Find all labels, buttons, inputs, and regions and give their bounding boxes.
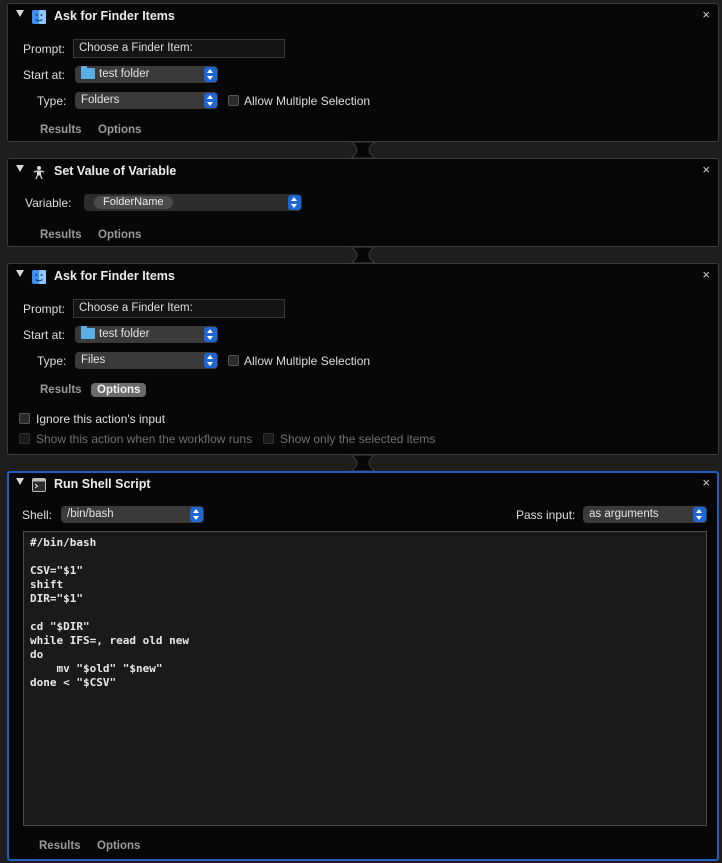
action-title: Ask for Finder Items	[54, 269, 175, 283]
action-run-shell-script[interactable]: Run Shell Script × Shell: /bin/bash Pass…	[7, 471, 719, 861]
action-connector-icon	[351, 455, 375, 471]
show-selected-label: Show only the selected items	[280, 432, 436, 446]
prompt-field[interactable]: Choose a Finder Item:	[73, 39, 285, 58]
terminal-icon	[32, 478, 46, 492]
start-at-value: test folder	[99, 328, 150, 340]
ignore-input-checkbox[interactable]	[19, 413, 30, 424]
type-label: Type:	[37, 94, 67, 108]
options-tab[interactable]: Options	[98, 124, 141, 136]
options-tab[interactable]: Options	[91, 383, 147, 397]
results-tab[interactable]: Results	[39, 840, 81, 852]
type-label: Type:	[37, 354, 67, 368]
disclosure-triangle-icon[interactable]	[16, 165, 24, 172]
close-icon[interactable]: ×	[702, 268, 710, 282]
action-title: Ask for Finder Items	[54, 9, 175, 23]
type-popup[interactable]: Folders	[75, 92, 218, 109]
popup-stepper-icon	[204, 93, 217, 108]
close-icon[interactable]: ×	[702, 8, 710, 22]
prompt-label: Prompt:	[23, 42, 66, 56]
start-at-label: Start at:	[23, 328, 66, 342]
show-selected-checkbox[interactable]	[263, 433, 274, 444]
folder-icon	[81, 326, 95, 339]
allow-multiple-checkbox[interactable]	[228, 355, 239, 366]
variable-token: FolderName	[94, 196, 173, 209]
disclosure-triangle-icon[interactable]	[16, 10, 24, 17]
action-title: Set Value of Variable	[54, 164, 177, 178]
script-editor[interactable]: #/bin/bash CSV="$1" shift DIR="$1" cd "$…	[23, 531, 707, 826]
action-header[interactable]: Ask for Finder Items ×	[8, 264, 718, 290]
disclosure-triangle-icon[interactable]	[16, 270, 24, 277]
disclosure-triangle-icon[interactable]	[16, 478, 24, 485]
options-tab[interactable]: Options	[97, 840, 140, 852]
action-ask-for-finder-items-1[interactable]: Ask for Finder Items × Prompt: Choose a …	[7, 3, 719, 142]
action-connector-icon	[351, 247, 375, 263]
show-when-runs-checkbox[interactable]	[19, 433, 30, 444]
allow-multiple-label: Allow Multiple Selection	[244, 354, 371, 368]
start-at-popup[interactable]: test folder	[75, 326, 218, 343]
allow-multiple-label: Allow Multiple Selection	[244, 94, 371, 108]
start-at-popup[interactable]: test folder	[75, 66, 218, 83]
ignore-input-label: Ignore this action's input	[36, 412, 166, 426]
popup-stepper-icon	[204, 353, 217, 368]
pass-input-popup[interactable]: as arguments	[583, 506, 707, 523]
variable-popup[interactable]: FolderName	[84, 194, 302, 211]
start-at-label: Start at:	[23, 68, 66, 82]
type-popup[interactable]: Files	[75, 352, 218, 369]
popup-stepper-icon	[204, 67, 217, 82]
popup-stepper-icon	[693, 507, 706, 522]
results-tab[interactable]: Results	[40, 124, 82, 136]
allow-multiple-checkbox[interactable]	[228, 95, 239, 106]
type-value: Folders	[81, 94, 120, 106]
shell-label: Shell:	[22, 508, 53, 522]
close-icon[interactable]: ×	[702, 163, 710, 177]
results-tab[interactable]: Results	[40, 229, 82, 241]
action-header[interactable]: Ask for Finder Items ×	[8, 4, 718, 30]
action-header[interactable]: Run Shell Script ×	[9, 473, 717, 499]
popup-stepper-icon	[204, 327, 217, 342]
action-ask-for-finder-items-2[interactable]: Ask for Finder Items × Prompt: Choose a …	[7, 263, 719, 455]
prompt-label: Prompt:	[23, 302, 66, 316]
variable-icon	[33, 166, 45, 179]
results-tab[interactable]: Results	[40, 384, 82, 396]
pass-input-label: Pass input:	[516, 508, 576, 522]
close-icon[interactable]: ×	[702, 476, 710, 490]
popup-stepper-icon	[190, 507, 203, 522]
action-set-value-of-variable[interactable]: Set Value of Variable × Variable: Folder…	[7, 158, 719, 247]
finder-icon	[32, 10, 46, 24]
prompt-field[interactable]: Choose a Finder Item:	[73, 299, 285, 318]
finder-icon	[32, 270, 46, 284]
folder-icon	[81, 66, 95, 79]
shell-popup[interactable]: /bin/bash	[61, 506, 204, 523]
popup-stepper-icon	[288, 195, 301, 210]
action-title: Run Shell Script	[54, 477, 151, 491]
action-connector-icon	[351, 142, 375, 158]
variable-label: Variable:	[25, 196, 72, 210]
type-value: Files	[81, 354, 106, 366]
shell-value: /bin/bash	[67, 508, 114, 520]
options-tab[interactable]: Options	[98, 229, 141, 241]
start-at-value: test folder	[99, 68, 150, 80]
show-when-runs-label: Show this action when the workflow runs	[36, 432, 253, 446]
pass-input-value: as arguments	[589, 508, 659, 520]
action-header[interactable]: Set Value of Variable ×	[8, 159, 718, 185]
